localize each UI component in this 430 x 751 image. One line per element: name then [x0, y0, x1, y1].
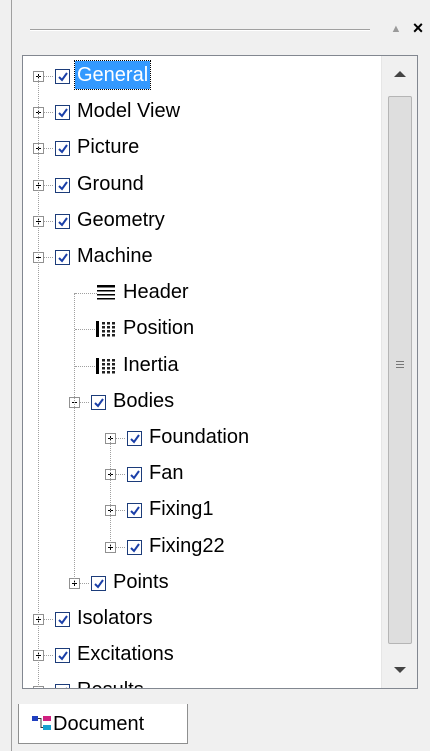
document-tree-icon [32, 716, 51, 730]
tree-guide-line [38, 76, 39, 688]
tree-connector [75, 365, 97, 367]
check-mark-icon [58, 108, 68, 118]
thumb-grip-icon [396, 361, 404, 371]
checkbox-points[interactable] [91, 575, 106, 591]
tree-item-position[interactable]: Position [121, 314, 196, 342]
tree-guide-line [74, 293, 75, 583]
check-mark-icon [58, 253, 68, 263]
scroll-down-button[interactable] [382, 652, 417, 688]
tree-item-model-view[interactable]: Model View [75, 97, 182, 125]
pin-icon[interactable]: ▲ [387, 20, 405, 38]
check-mark-icon [94, 579, 104, 589]
tab-label: Document [53, 713, 145, 735]
checkbox-picture[interactable] [55, 141, 70, 157]
checkbox-bodies[interactable] [91, 394, 106, 410]
check-mark-icon [130, 543, 140, 553]
checkbox-general[interactable] [55, 69, 70, 84]
checkbox-geometry[interactable] [55, 213, 70, 229]
tree-item-bodies[interactable]: Bodies [111, 387, 176, 415]
check-mark-icon [58, 217, 68, 227]
scroll-down-arrow-icon [394, 667, 406, 673]
tree-item-fixing1[interactable]: Fixing1 [147, 495, 215, 523]
check-mark-icon [130, 470, 140, 480]
scroll-up-arrow-icon [394, 71, 406, 77]
tree-content: General Model View Picture Ground Geometry Ma… [23, 56, 381, 688]
checkbox-foundation[interactable] [127, 431, 142, 446]
header-icon [97, 285, 115, 300]
checkbox-fixing22[interactable] [127, 539, 142, 555]
checkbox-model-view[interactable] [55, 105, 70, 121]
tree-item-excitations[interactable]: Excitations [75, 640, 176, 668]
scrollbar-thumb[interactable] [388, 96, 412, 644]
tree-item-fixing22[interactable]: Fixing22 [147, 532, 227, 560]
tree-connector [75, 329, 97, 331]
scroll-up-button[interactable] [382, 56, 417, 92]
check-mark-icon [66, 687, 67, 688]
tree-item-geometry[interactable]: Geometry [75, 206, 167, 234]
vertical-scrollbar[interactable] [381, 56, 417, 688]
checkbox-excitations[interactable] [55, 648, 70, 664]
tree-item-ground[interactable]: Ground [75, 170, 146, 198]
check-mark-icon [58, 181, 68, 191]
checkbox-ground[interactable] [55, 177, 70, 193]
tree-item-inertia[interactable]: Inertia [121, 351, 181, 379]
tree-view[interactable]: General Model View Picture Ground Geometry Ma… [22, 55, 418, 689]
check-mark-icon [58, 72, 68, 82]
checkbox-machine[interactable] [55, 250, 70, 265]
check-mark-icon [94, 398, 104, 408]
tree-item-isolators[interactable]: Isolators [75, 604, 155, 632]
tree-item-foundation[interactable]: Foundation [147, 423, 251, 451]
checkbox-isolators[interactable] [55, 612, 70, 627]
tree-item-fan[interactable]: Fan [147, 459, 185, 487]
checkbox-fan[interactable] [127, 467, 142, 483]
tree-item-picture[interactable]: Picture [75, 133, 141, 161]
titlebar-grip-highlight [30, 30, 370, 31]
check-mark-icon [58, 144, 68, 154]
check-mark-icon [58, 651, 68, 661]
tab-document[interactable]: Document [18, 704, 188, 744]
table-icon [96, 357, 115, 374]
check-mark-icon [58, 615, 68, 625]
tree-item-general[interactable]: General [73, 60, 152, 90]
close-icon[interactable]: × [408, 18, 428, 38]
check-mark-icon [130, 506, 140, 516]
panel-titlebar[interactable]: ▲ × [12, 0, 430, 58]
checkbox-results[interactable] [55, 684, 70, 688]
tree-item-machine[interactable]: Machine [75, 242, 155, 270]
tree-item-results[interactable]: Results [75, 676, 146, 688]
table-icon [96, 321, 115, 338]
window-frame-border [11, 0, 12, 751]
tree-item-header[interactable]: Header [121, 278, 191, 306]
tree-guide-line [110, 438, 111, 547]
checkbox-fixing1[interactable] [127, 503, 142, 519]
tree-connector [75, 293, 97, 295]
tree-item-points[interactable]: Points [111, 568, 171, 596]
check-mark-icon [130, 434, 140, 444]
